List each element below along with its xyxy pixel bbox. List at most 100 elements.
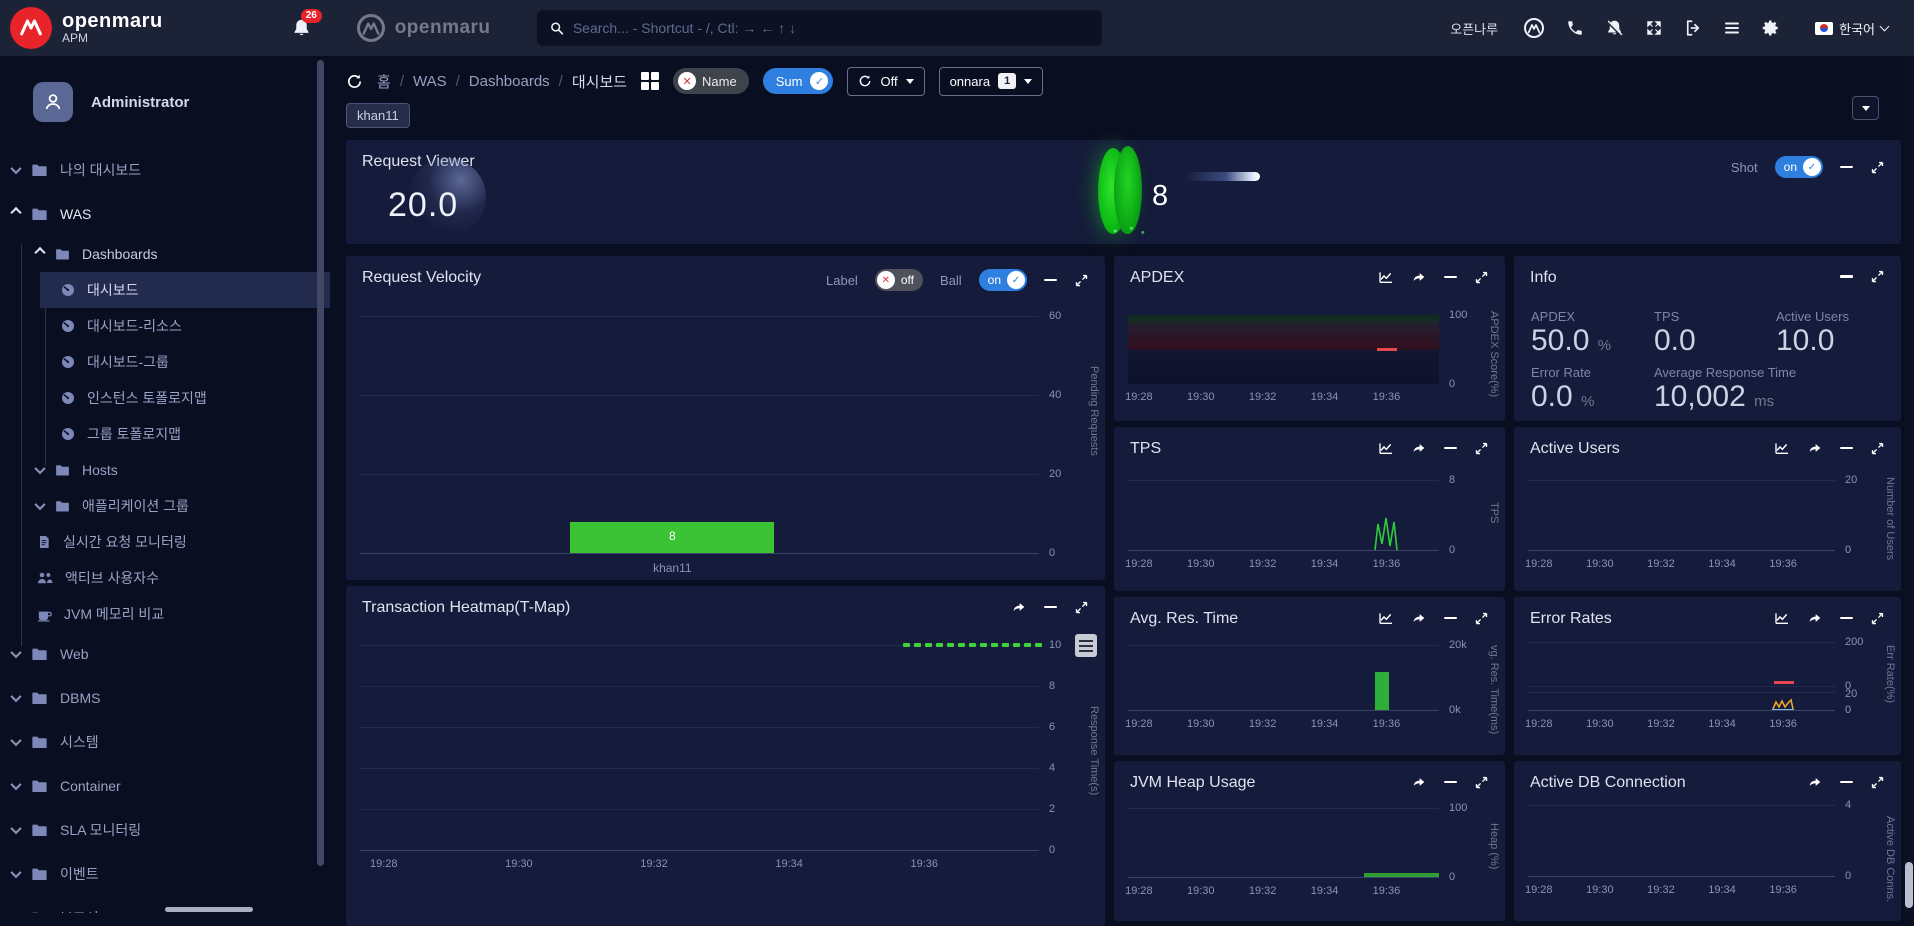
sidebar-item-sla-monitoring[interactable]: SLA 모니터링 bbox=[0, 808, 330, 852]
minimize-button[interactable] bbox=[1444, 781, 1457, 784]
minimize-button[interactable] bbox=[1840, 275, 1853, 278]
avatar bbox=[33, 82, 73, 122]
page-scrollbar[interactable] bbox=[1904, 56, 1914, 913]
share-button[interactable] bbox=[1807, 774, 1823, 790]
settings-gear-icon[interactable] bbox=[1762, 19, 1780, 37]
shot-toggle[interactable]: on ✓ bbox=[1775, 156, 1823, 178]
label-toggle[interactable]: ✕ off bbox=[875, 269, 923, 291]
sidebar-item-dbms[interactable]: DBMS bbox=[0, 676, 330, 720]
language-selector[interactable]: 한국어 bbox=[1815, 19, 1888, 38]
linechart-button[interactable] bbox=[1378, 269, 1394, 285]
sidebar-item-active-users[interactable]: 액티브 사용자수 bbox=[0, 560, 330, 596]
fullscreen-icon[interactable] bbox=[1645, 19, 1663, 37]
expand-button[interactable] bbox=[1870, 611, 1885, 626]
sidebar-item-application-group[interactable]: 애플리케이션 그룹 bbox=[0, 488, 330, 524]
collapse-panel-button[interactable] bbox=[1852, 96, 1879, 120]
share-button[interactable] bbox=[1011, 599, 1027, 615]
minimize-button[interactable] bbox=[1840, 617, 1853, 620]
sidebar-item-dashboard-group[interactable]: 대시보드-그룹 bbox=[0, 344, 330, 380]
sidebar-item-dashboard[interactable]: 대시보드 bbox=[0, 272, 330, 308]
chart-menu-button[interactable] bbox=[1075, 634, 1097, 657]
info-value: 50.0 % bbox=[1531, 324, 1611, 358]
minimize-button[interactable] bbox=[1444, 617, 1457, 620]
phone-icon[interactable] bbox=[1566, 19, 1584, 37]
linechart-button[interactable] bbox=[1378, 610, 1394, 626]
x-tick: 19:36 bbox=[1373, 391, 1401, 403]
minimize-button[interactable] bbox=[1840, 166, 1853, 169]
sidebar-item-group-topology[interactable]: 그룹 토폴로지맵 bbox=[0, 416, 330, 452]
expand-button[interactable] bbox=[1474, 270, 1489, 285]
expand-button[interactable] bbox=[1870, 269, 1885, 284]
x-tick: 19:28 bbox=[1125, 718, 1153, 730]
sidebar-item-my-dashboard[interactable]: 나의 대시보드 bbox=[0, 148, 330, 192]
minimize-button[interactable] bbox=[1444, 447, 1457, 450]
sidebar-item-dashboard-resource[interactable]: 대시보드-리소스 bbox=[0, 308, 330, 344]
expand-button[interactable] bbox=[1474, 611, 1489, 626]
openmaru-chat-icon[interactable] bbox=[1523, 17, 1545, 39]
error-rates-panel: Error Rates 200 0 20 0 bbox=[1514, 597, 1901, 755]
share-button[interactable] bbox=[1411, 774, 1427, 790]
expand-button[interactable] bbox=[1870, 441, 1885, 456]
x-tick: 19:28 bbox=[1125, 391, 1153, 403]
expand-button[interactable] bbox=[1474, 775, 1489, 790]
expand-button[interactable] bbox=[1074, 273, 1089, 288]
sidebar-item-jvm-memory-compare[interactable]: JVM 메모리 비교 bbox=[0, 596, 330, 632]
refresh-icon[interactable] bbox=[346, 73, 363, 90]
share-button[interactable] bbox=[1411, 440, 1427, 456]
sidebar-item-instance-topology[interactable]: 인스턴스 토폴로지맵 bbox=[0, 380, 330, 416]
remove-icon[interactable]: ✕ bbox=[678, 72, 696, 90]
logout-icon[interactable] bbox=[1684, 19, 1702, 37]
toolbar: 홈/ WAS/ Dashboards/ 대시보드 ✕ Name Sum ✓ Of… bbox=[346, 56, 1901, 98]
sidebar-item-was[interactable]: WAS bbox=[0, 192, 330, 236]
name-filter-chip[interactable]: ✕ Name bbox=[673, 68, 749, 94]
gauge-icon bbox=[60, 354, 76, 370]
global-search[interactable] bbox=[537, 10, 1102, 46]
share-button[interactable] bbox=[1807, 610, 1823, 626]
notifications-button[interactable]: 26 bbox=[291, 18, 312, 39]
breadcrumb-dashboards[interactable]: Dashboards bbox=[469, 73, 550, 90]
bell-muted-icon[interactable] bbox=[1605, 19, 1624, 38]
horizontal-scrollbar[interactable] bbox=[165, 907, 253, 912]
sidebar-item-events[interactable]: 이벤트 bbox=[0, 852, 330, 896]
refresh-interval-dropdown[interactable]: Off bbox=[847, 67, 924, 96]
linechart-button[interactable] bbox=[1378, 440, 1394, 456]
minimize-button[interactable] bbox=[1840, 447, 1853, 450]
search-input[interactable] bbox=[573, 20, 1090, 36]
sidebar-scrollbar[interactable] bbox=[317, 60, 324, 866]
panel-title: Active DB Connection bbox=[1530, 774, 1686, 792]
sidebar-item-container[interactable]: Container bbox=[0, 764, 330, 808]
sidebar-item-hosts[interactable]: Hosts bbox=[0, 452, 330, 488]
expand-button[interactable] bbox=[1074, 600, 1089, 615]
minimize-button[interactable] bbox=[1044, 606, 1057, 609]
breadcrumb-was[interactable]: WAS bbox=[413, 73, 447, 90]
minimize-button[interactable] bbox=[1840, 781, 1853, 784]
share-button[interactable] bbox=[1411, 269, 1427, 285]
scrollbar-thumb[interactable] bbox=[1905, 862, 1913, 908]
language-label: 한국어 bbox=[1839, 19, 1875, 38]
y-tick: 0 bbox=[1845, 870, 1851, 882]
minimize-button[interactable] bbox=[1444, 276, 1457, 279]
sidebar-item-realtime-request-monitoring[interactable]: 실시간 요청 모니터링 bbox=[0, 524, 330, 560]
ball-toggle-label: Ball bbox=[940, 273, 962, 288]
sidebar-item-system[interactable]: 시스템 bbox=[0, 720, 330, 764]
breadcrumb-home[interactable]: 홈 bbox=[377, 71, 391, 92]
instance-tag[interactable]: khan11 bbox=[346, 103, 410, 128]
share-button[interactable] bbox=[1411, 610, 1427, 626]
expand-button[interactable] bbox=[1870, 775, 1885, 790]
linechart-button[interactable] bbox=[1774, 610, 1790, 626]
sum-toggle-chip[interactable]: Sum ✓ bbox=[763, 68, 834, 94]
menu-icon[interactable] bbox=[1723, 19, 1741, 37]
share-button[interactable] bbox=[1807, 440, 1823, 456]
admin-profile[interactable]: Administrator bbox=[0, 56, 330, 122]
expand-button[interactable] bbox=[1870, 160, 1885, 175]
ball-toggle[interactable]: on ✓ bbox=[979, 269, 1027, 291]
layout-grid-icon[interactable] bbox=[641, 72, 659, 90]
avg-res-bar bbox=[1375, 672, 1389, 710]
sidebar-item-dashboards[interactable]: Dashboards bbox=[0, 236, 330, 272]
openmaru-logo[interactable] bbox=[10, 7, 52, 49]
expand-button[interactable] bbox=[1474, 441, 1489, 456]
group-dropdown[interactable]: onnara 1 bbox=[939, 67, 1044, 96]
linechart-button[interactable] bbox=[1774, 440, 1790, 456]
sidebar-item-web[interactable]: Web bbox=[0, 632, 330, 676]
minimize-button[interactable] bbox=[1044, 279, 1057, 282]
